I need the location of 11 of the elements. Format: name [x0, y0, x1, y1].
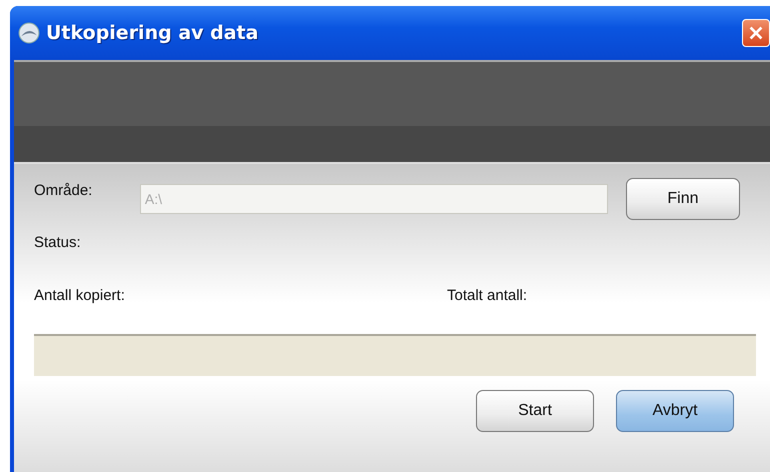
dialog-button[interactable]: Start: [476, 390, 594, 432]
find-button[interactable]: Finn: [626, 178, 740, 220]
close-icon: [747, 24, 765, 42]
dialog-button[interactable]: Avbryt: [616, 390, 734, 432]
field-label: Område:: [34, 181, 94, 199]
close-button[interactable]: [742, 19, 770, 47]
copied-count-label: Antall kopiert:: [34, 287, 126, 304]
app-icon: [18, 22, 40, 44]
total-count-label: Totalt antall:: [447, 287, 528, 304]
status-label: Status:: [34, 234, 81, 251]
window-title: Utkopiering av data: [46, 22, 258, 44]
